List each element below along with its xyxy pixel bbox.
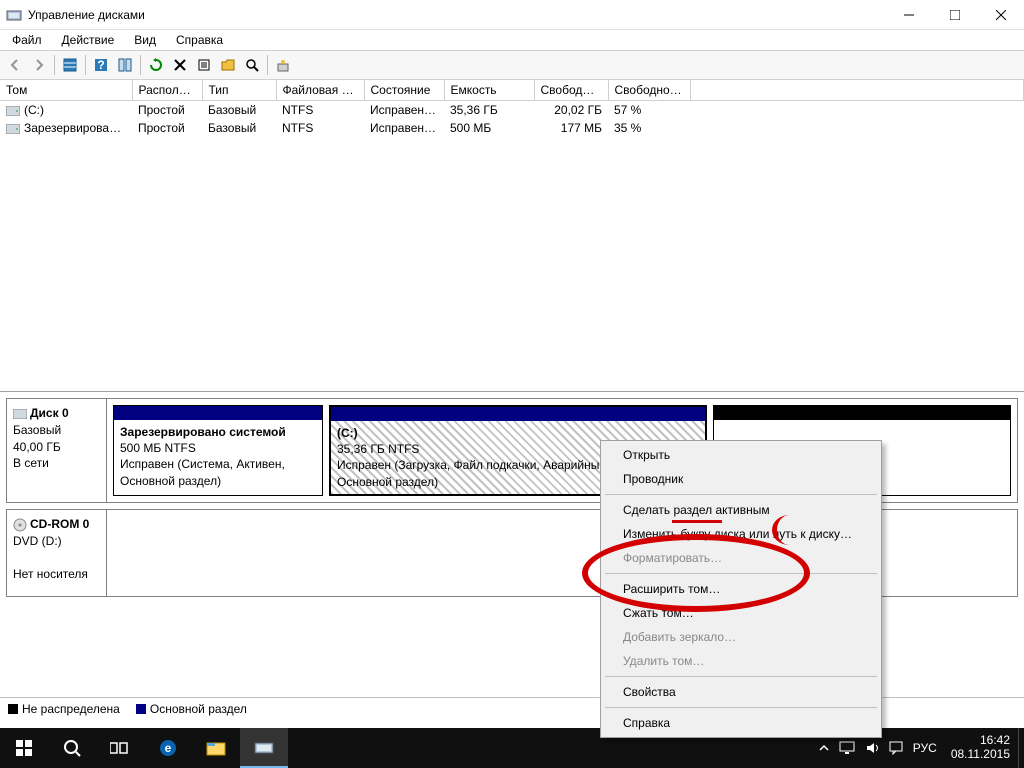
ctx-separator — [605, 494, 877, 495]
refresh-button[interactable] — [145, 54, 167, 76]
partition-system-reserved[interactable]: Зарезервировано системой 500 МБ NTFS Исп… — [113, 405, 323, 496]
maximize-button[interactable] — [932, 0, 978, 30]
task-view-button[interactable] — [96, 728, 144, 768]
ctx-explorer[interactable]: Проводник — [603, 467, 879, 491]
tray-chevron-icon[interactable] — [819, 743, 829, 753]
col-type[interactable]: Тип — [202, 80, 276, 101]
drive-icon — [6, 106, 20, 116]
help-button[interactable]: ? — [90, 54, 112, 76]
minimize-button[interactable] — [886, 0, 932, 30]
ctx-separator — [605, 707, 877, 708]
svg-text:?: ? — [97, 58, 104, 72]
menu-bar: Файл Действие Вид Справка — [0, 30, 1024, 50]
ctx-separator — [605, 573, 877, 574]
ctx-shrink-volume[interactable]: Сжать том… — [603, 601, 879, 625]
volume-list[interactable]: Том Распол… Тип Файловая с… Состояние Ем… — [0, 80, 1024, 392]
ctx-add-mirror: Добавить зеркало… — [603, 625, 879, 649]
ctx-open[interactable]: Открыть — [603, 443, 879, 467]
partition-bar — [714, 406, 1010, 420]
show-desktop-button[interactable] — [1018, 728, 1024, 768]
tray-display-icon[interactable] — [839, 741, 855, 755]
start-button[interactable] — [0, 728, 48, 768]
app-icon — [6, 7, 22, 23]
window-titlebar: Управление дисками — [0, 0, 1024, 30]
partition-bar — [331, 407, 705, 421]
ctx-help[interactable]: Справка — [603, 711, 879, 735]
menu-action[interactable]: Действие — [54, 31, 123, 49]
system-tray[interactable]: РУС — [813, 741, 943, 755]
menu-file[interactable]: Файл — [4, 31, 50, 49]
search-icon[interactable] — [48, 728, 96, 768]
menu-view[interactable]: Вид — [126, 31, 164, 49]
ctx-format: Форматировать… — [603, 546, 879, 570]
context-menu: Открыть Проводник Сделать раздел активны… — [600, 440, 882, 738]
col-volume[interactable]: Том — [0, 80, 132, 101]
col-free[interactable]: Свобод… — [534, 80, 608, 101]
search-button[interactable] — [241, 54, 263, 76]
toolbar-separator — [85, 55, 86, 75]
back-button — [4, 54, 26, 76]
taskbar-clock[interactable]: 16:42 08.11.2015 — [943, 734, 1018, 762]
delete-button[interactable] — [169, 54, 191, 76]
col-state[interactable]: Состояние — [364, 80, 444, 101]
taskbar-edge[interactable]: e — [144, 728, 192, 768]
toolbar: ? — [0, 50, 1024, 80]
col-capacity[interactable]: Емкость — [444, 80, 534, 101]
legend-swatch-primary — [136, 704, 146, 714]
ctx-make-active[interactable]: Сделать раздел активным — [603, 498, 879, 522]
tray-volume-icon[interactable] — [865, 741, 879, 755]
toolbar-separator — [267, 55, 268, 75]
disk-info[interactable]: Диск 0 Базовый 40,00 ГБ В сети — [7, 399, 107, 502]
tray-language[interactable]: РУС — [913, 741, 937, 755]
ctx-separator — [605, 676, 877, 677]
taskbar-disk-management[interactable] — [240, 728, 288, 768]
open-folder-button[interactable] — [217, 54, 239, 76]
svg-text:e: e — [165, 741, 172, 755]
properties-button[interactable] — [193, 54, 215, 76]
cdrom-info[interactable]: CD-ROM 0 DVD (D:) Нет носителя — [7, 510, 107, 596]
tray-action-center-icon[interactable] — [889, 741, 903, 755]
close-button[interactable] — [978, 0, 1024, 30]
toolbar-separator — [140, 55, 141, 75]
col-layout[interactable]: Распол… — [132, 80, 202, 101]
view-list-button[interactable] — [59, 54, 81, 76]
ctx-properties[interactable]: Свойства — [603, 680, 879, 704]
wizard-button[interactable] — [272, 54, 294, 76]
ctx-extend-volume[interactable]: Расширить том… — [603, 577, 879, 601]
toolbar-separator — [54, 55, 55, 75]
disk-icon — [13, 409, 27, 419]
column-headers[interactable]: Том Распол… Тип Файловая с… Состояние Ем… — [0, 80, 1024, 101]
forward-button — [28, 54, 50, 76]
window-title: Управление дисками — [28, 8, 886, 22]
legend-swatch-unallocated — [8, 704, 18, 714]
cdrom-icon — [13, 518, 27, 532]
ctx-delete-volume: Удалить том… — [603, 649, 879, 673]
taskbar-explorer[interactable] — [192, 728, 240, 768]
col-fs[interactable]: Файловая с… — [276, 80, 364, 101]
menu-help[interactable]: Справка — [168, 31, 231, 49]
col-pct[interactable]: Свободно % — [608, 80, 690, 101]
table-row[interactable]: Зарезервировано… Простой Базовый NTFS Ис… — [0, 119, 1024, 137]
table-row[interactable]: (C:) Простой Базовый NTFS Исправен… 35,3… — [0, 101, 1024, 120]
partition-bar — [114, 406, 322, 420]
layout-button[interactable] — [114, 54, 136, 76]
ctx-change-letter[interactable]: Изменить букву диска или путь к диску… — [603, 522, 879, 546]
drive-icon — [6, 124, 20, 134]
